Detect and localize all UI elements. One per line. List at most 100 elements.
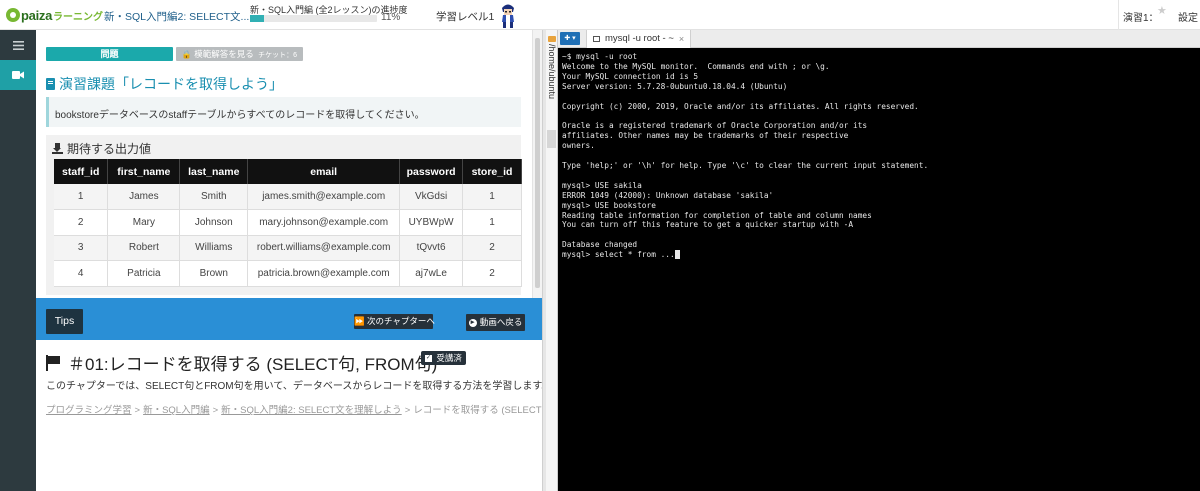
table-cell: 3 [54, 235, 109, 261]
next-chapter-label: 次のチャプターへ [366, 316, 435, 326]
table-cell: aj7wLe [399, 260, 464, 287]
table-cell: Robert [107, 235, 181, 261]
table-cell: 2 [54, 209, 109, 236]
table-cell: 4 [54, 260, 109, 287]
breadcrumb: プログラミング学習 > 新・SQL入門編 > 新・SQL入門編2: SELECT文を理解… [46, 405, 597, 416]
flag-icon [46, 354, 60, 371]
practice-label: 演習1： [1123, 13, 1159, 24]
table-cell: Mary [107, 209, 181, 236]
column-header: staff_id [54, 159, 109, 184]
exercise-title-text: 演習課題「レコードを取得しよう」 [59, 76, 283, 92]
terminal-output: ~$ mysql -u root Welcome to the MySQL mon… [562, 52, 928, 260]
terminal-line: Database changed [562, 240, 638, 250]
terminal-tab[interactable]: mysql -u root - ~ × [586, 30, 692, 48]
download-icon [52, 142, 63, 154]
progress-fill [250, 15, 264, 22]
menu-button[interactable] [0, 30, 36, 60]
practice-counter[interactable]: 演習1： ★ [1118, 0, 1168, 30]
table-cell: Brown [179, 260, 249, 287]
terminal-cursor [674, 250, 680, 260]
chapter-title: ＃01:レコードを取得する (SELECT句, FROM句) [46, 350, 437, 375]
table-cell: patricia.brown@example.com [247, 260, 401, 287]
table-cell: mary.johnson@example.com [247, 209, 401, 236]
ticket-count: チケット：6 [258, 52, 298, 59]
terminal[interactable]: ~$ mysql -u root Welcome to the MySQL mon… [558, 48, 1200, 491]
next-chapter-button[interactable]: ⏩ 次のチャプターへ [354, 314, 435, 329]
terminal-line: Oracle is a registered trademark of Orac… [562, 121, 868, 131]
breadcrumb-link[interactable]: 新・SQL入門編2: SELECT文を理解しよう [221, 405, 402, 416]
back-to-video-button[interactable]: ▸ 動画へ戻る [466, 314, 525, 331]
star-icon: ★ [1157, 5, 1167, 17]
completed-badge-label: 受講済 [436, 353, 462, 363]
exercise-scrollbar[interactable] [532, 30, 542, 298]
terminal-line: Your MySQL connection id is 5 [562, 71, 699, 81]
terminal-line: Server version: 5.7.28-0ubuntu0.18.04.4 … [562, 81, 788, 91]
terminal-line: Type 'help;' or '\h' for help. Type '\c'… [562, 160, 929, 170]
expected-output-table: staff_id first_name last_name email pass… [54, 159, 522, 287]
tab-model-answer-label: 模範解答を見る [194, 49, 254, 59]
icon-sidebar [0, 30, 36, 491]
completed-badge: ✓ 受講済 [421, 351, 466, 365]
course-title[interactable]: 新・SQL入門編2: SELECT文... [104, 9, 249, 24]
logo-mark-icon [6, 8, 20, 22]
column-header: last_name [179, 159, 249, 184]
terminal-tab-bar: ✚ ▾ mysql -u root - ~ × [558, 30, 1200, 48]
terminal-tab-title: mysql -u root - ~ [605, 33, 674, 44]
terminal-line: mysql> USE sakila [562, 180, 642, 190]
breadcrumb-link[interactable]: プログラミング学習 [46, 405, 132, 416]
paiza-logo[interactable]: paiza ラーニング [6, 7, 103, 23]
terminal-line: Copyright (c) 2000, 2019, Oracle and/or … [562, 101, 919, 111]
breadcrumb-link[interactable]: 新・SQL入門編 [143, 405, 210, 416]
progress-percent: 11% [381, 12, 401, 23]
table-cell: 2 [462, 260, 522, 287]
logo-text: paiza [21, 7, 53, 23]
back-to-video-label: 動画へ戻る [479, 317, 523, 327]
expected-output-heading-text: 期待する出力値 [67, 141, 152, 156]
table-cell: Johnson [179, 209, 249, 236]
table-cell: James [107, 184, 181, 210]
file-tree-scrollbar[interactable] [547, 130, 556, 148]
tips-button[interactable]: Tips [46, 309, 83, 334]
book-icon [46, 78, 55, 90]
checkbox-icon: ✓ [425, 355, 432, 363]
settings-link[interactable]: 設定 [1178, 9, 1198, 24]
exercise-description: bookstoreデータベースのstaffテーブルからすべてのレコードを取得して… [46, 97, 521, 127]
scrollbar-thumb[interactable] [535, 38, 540, 288]
table-cell: 1 [462, 184, 522, 210]
terminal-line: Welcome to the MySQL monitor. Commands e… [562, 61, 830, 71]
column-header: store_id [462, 159, 522, 184]
tab-question[interactable]: 問題 [46, 47, 173, 61]
tips-bar: Tips ⏩ 次のチャプターへ ▸ 動画へ戻る [36, 298, 542, 340]
column-header: first_name [107, 159, 181, 184]
expected-output-box: 期待する出力値 staff_id first_name last_name em… [46, 135, 522, 295]
avatar-character-icon[interactable] [498, 1, 518, 29]
table-cell: Smith [179, 184, 249, 210]
learning-level[interactable]: 学習レベル1 [436, 9, 494, 24]
menu-icon [12, 40, 24, 50]
terminal-line: ERROR 1049 (42000): Unknown database 'sa… [562, 190, 774, 200]
expected-output-heading: 期待する出力値 [46, 135, 521, 157]
course-progress: 新・SQL入門編 (全2レッスン)の進捗度 11% [250, 3, 410, 23]
table-row: 2 Mary Johnson mary.johnson@example.com … [54, 209, 522, 236]
fast-forward-icon: ⏩ [354, 316, 365, 326]
table-cell: VkGdsi [399, 184, 464, 210]
file-tree-path[interactable]: /home/ubuntu [546, 44, 558, 99]
table-row: 3 Robert Williams robert.williams@exampl… [54, 235, 522, 261]
terminal-line: owners. [562, 141, 595, 151]
progress-bar [250, 15, 377, 22]
column-header: password [399, 159, 464, 184]
close-icon[interactable]: × [679, 30, 684, 48]
terminal-line: mysql> USE bookstore [562, 200, 656, 210]
table-cell: james.smith@example.com [247, 184, 401, 210]
table-cell: Patricia [107, 260, 181, 287]
table-header-row: staff_id first_name last_name email pass… [54, 159, 522, 184]
folder-icon[interactable] [548, 36, 556, 42]
top-bar: paiza ラーニング 新・SQL入門編2: SELECT文... 新・SQL入… [0, 0, 1200, 30]
video-button[interactable] [0, 60, 36, 90]
tab-model-answer[interactable]: 🔒 模範解答を見る チケット：6 [176, 47, 303, 61]
new-terminal-button[interactable]: ✚ ▾ [560, 32, 580, 45]
